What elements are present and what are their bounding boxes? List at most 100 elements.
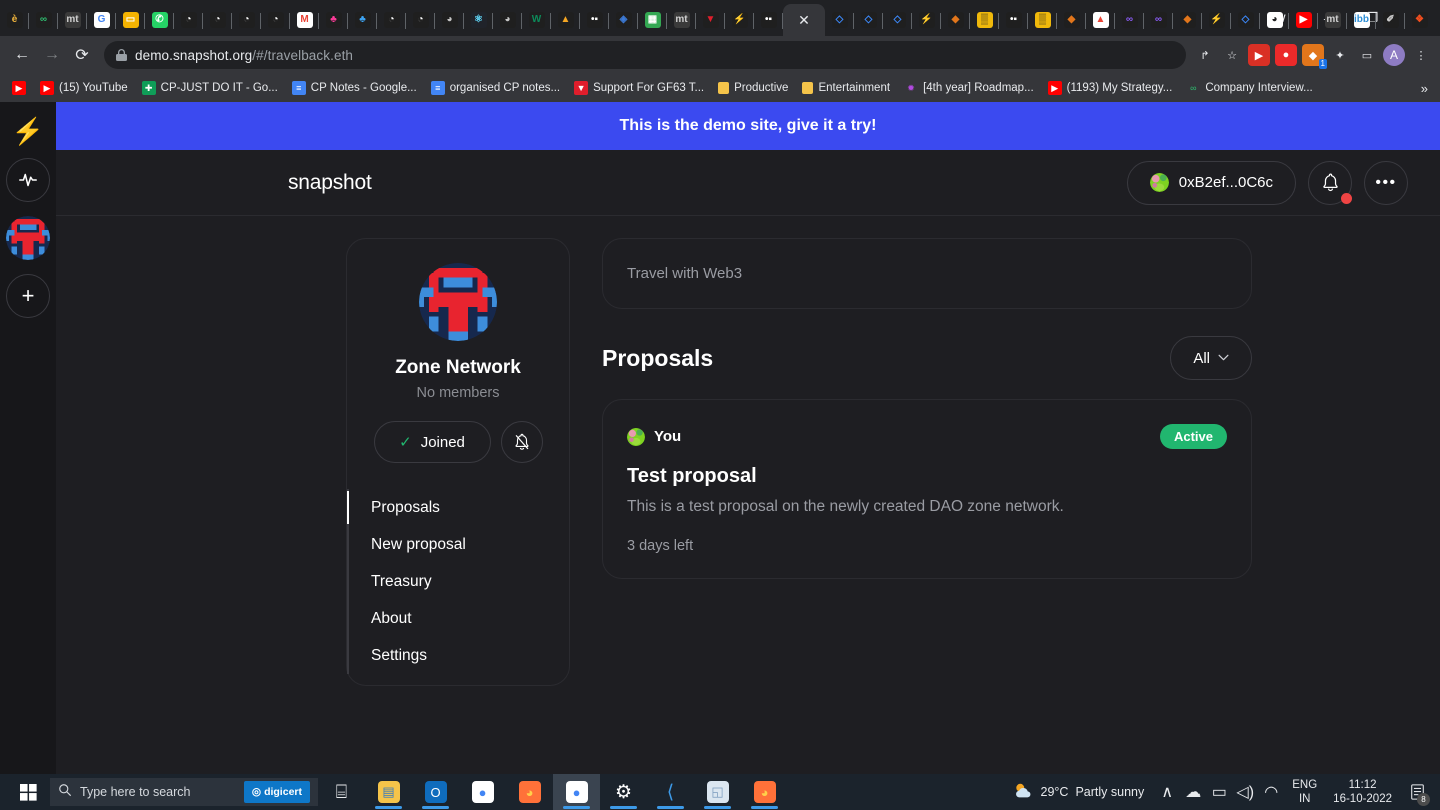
tab[interactable]: W (522, 4, 551, 36)
tab[interactable]: ∞ (29, 4, 58, 36)
activity-pulse-icon[interactable] (6, 158, 50, 202)
tab[interactable]: ✐ (1376, 4, 1405, 36)
tab[interactable]: •▪ (999, 4, 1028, 36)
space-avatar-zone-network[interactable] (6, 216, 50, 260)
chrome-profile-icon[interactable]: ● (553, 774, 600, 810)
tab[interactable]: ◔ (377, 4, 406, 36)
bookmark-item[interactable]: ≡ organised CP notes... (425, 78, 566, 98)
bookmark-item[interactable]: ▼ Support For GF63 T... (568, 78, 710, 98)
joined-button[interactable]: ✓ Joined (373, 421, 491, 463)
tab[interactable]: ⚡ (1202, 4, 1231, 36)
tab[interactable]: ◇ (883, 4, 912, 36)
sidebar-item-about[interactable]: About (347, 600, 569, 637)
metamask-extension-icon[interactable]: ◆ 1 (1302, 44, 1327, 69)
bookmark-star-icon[interactable]: ☆ (1221, 44, 1243, 66)
tab[interactable]: G (87, 4, 116, 36)
battery-icon[interactable]: ▭ (1206, 774, 1232, 810)
back-button[interactable]: ← (8, 41, 36, 69)
proposal-state-filter[interactable]: All (1170, 336, 1252, 380)
tab[interactable]: mt (1318, 4, 1347, 36)
bookmark-item[interactable]: ✹ [4th year] Roadmap... (898, 78, 1040, 98)
chrome-icon[interactable]: ● (459, 774, 506, 810)
tab[interactable]: ∞ (1144, 4, 1173, 36)
tab[interactable]: ❖ (1405, 4, 1434, 36)
profile-avatar-icon[interactable]: A (1383, 44, 1405, 66)
tab[interactable]: ◔ (406, 4, 435, 36)
extensions-puzzle-icon[interactable]: ✦ (1329, 44, 1351, 66)
tab[interactable]: ▶ (1289, 4, 1318, 36)
volume-icon[interactable]: ◁) (1232, 774, 1258, 810)
tab[interactable]: ▲ (1086, 4, 1115, 36)
firefox-icon[interactable]: ◕ (506, 774, 553, 810)
tab[interactable]: ▼ (696, 4, 725, 36)
tab[interactable]: ⚡ (725, 4, 754, 36)
tab[interactable]: ♣ (348, 4, 377, 36)
reload-button[interactable]: ⟳ (68, 41, 96, 69)
tab[interactable]: ◕ (493, 4, 522, 36)
tab[interactable]: ▒ (1028, 4, 1057, 36)
forward-button[interactable]: → (38, 41, 66, 69)
tab[interactable]: ▦ (638, 4, 667, 36)
demo-site-banner[interactable]: This is the demo site, give it a try! (56, 102, 1440, 150)
ellipsis-icon[interactable]: ••• (1364, 160, 1408, 205)
bookmark-item[interactable]: ▶ (6, 78, 32, 98)
show-hidden-icons-chevron[interactable]: ∧ (1154, 774, 1180, 810)
tab[interactable]: ◔ (174, 4, 203, 36)
tab[interactable]: ◈ (609, 4, 638, 36)
bookmark-item[interactable]: ▶ (1193) My Strategy... (1042, 78, 1179, 98)
firefox-profile-icon[interactable]: ◕ (741, 774, 788, 810)
digicert-badge[interactable]: ◎ digicert (243, 781, 310, 803)
tab[interactable]: ▭ (116, 4, 145, 36)
tab[interactable]: ▲ (551, 4, 580, 36)
taskbar-search-box[interactable]: Type here to search ◎ digicert (50, 778, 318, 806)
share-icon[interactable]: ↱ (1194, 44, 1216, 66)
tab[interactable]: ◔ (232, 4, 261, 36)
bookmark-item[interactable]: ∞ Company Interview... (1180, 78, 1318, 98)
bell-off-icon[interactable] (500, 421, 543, 463)
tab[interactable]: ∞ (1115, 4, 1144, 36)
sidebar-item-new-proposal[interactable]: New proposal (347, 526, 569, 563)
tab[interactable]: ◕ (1260, 4, 1289, 36)
outlook-icon[interactable]: O (412, 774, 459, 810)
language-indicator[interactable]: ENG IN (1284, 778, 1325, 806)
tab[interactable]: ◇ (825, 4, 854, 36)
tab[interactable]: ◆ (1057, 4, 1086, 36)
bookmark-item[interactable]: Productive (712, 79, 794, 97)
snapshot-brand-logo[interactable]: snapshot (288, 171, 372, 195)
tab[interactable]: M (290, 4, 319, 36)
address-bar[interactable]: demo.snapshot.org/#/travelback.eth (104, 41, 1186, 69)
sidebar-item-proposals[interactable]: Proposals (347, 489, 569, 526)
tab[interactable]: ◇ (854, 4, 883, 36)
wifi-icon[interactable]: ◠ (1258, 774, 1284, 810)
tab[interactable]: ◆ (1173, 4, 1202, 36)
tab[interactable]: •▪ (580, 4, 609, 36)
extension-brave-icon[interactable]: ● (1275, 44, 1297, 66)
sidebar-item-treasury[interactable]: Treasury (347, 563, 569, 600)
wallet-address-button[interactable]: 0xB2ef...0C6c (1126, 160, 1296, 205)
proposal-card[interactable]: You Active Test proposal This is a test pro… (602, 399, 1252, 579)
tab[interactable]: ◔ (203, 4, 232, 36)
sidepanel-icon[interactable]: ▭ (1356, 44, 1378, 66)
bookmark-item[interactable]: ≡ CP Notes - Google... (286, 78, 423, 98)
chrome-menu-icon[interactable]: ⋮ (1410, 44, 1432, 66)
bell-icon[interactable] (1308, 160, 1352, 205)
tab[interactable]: ♣ (319, 4, 348, 36)
bookmark-item[interactable]: ▶ (15) YouTube (34, 78, 134, 98)
settings-gear-icon[interactable]: ⚙ (600, 774, 647, 810)
windows-start-icon[interactable] (6, 774, 50, 810)
taskbar-weather-widget[interactable]: 29°C Partly sunny (1002, 782, 1155, 802)
active-tab-close-icon[interactable]: ✕ (798, 13, 810, 27)
tab[interactable]: ◕ (435, 4, 464, 36)
active-tab[interactable]: ✕ (783, 4, 825, 36)
bookmark-item[interactable]: Entertainment (796, 79, 896, 97)
tab[interactable]: ▒ (970, 4, 999, 36)
tab[interactable]: ibb (1347, 4, 1376, 36)
sticky-notes-icon[interactable]: ◱ (694, 774, 741, 810)
vscode-icon[interactable]: ⟨ (647, 774, 694, 810)
bookmark-item[interactable]: ✚ CP-JUST DO IT - Go... (136, 78, 284, 98)
notification-center-button[interactable]: 8 (1400, 774, 1434, 810)
task-view-icon[interactable]: ⌸ (318, 774, 365, 810)
file-explorer-icon[interactable]: ▤ (365, 774, 412, 810)
snapshot-bolt-icon[interactable]: ⚡ (12, 118, 44, 144)
tab[interactable]: ◔ (261, 4, 290, 36)
